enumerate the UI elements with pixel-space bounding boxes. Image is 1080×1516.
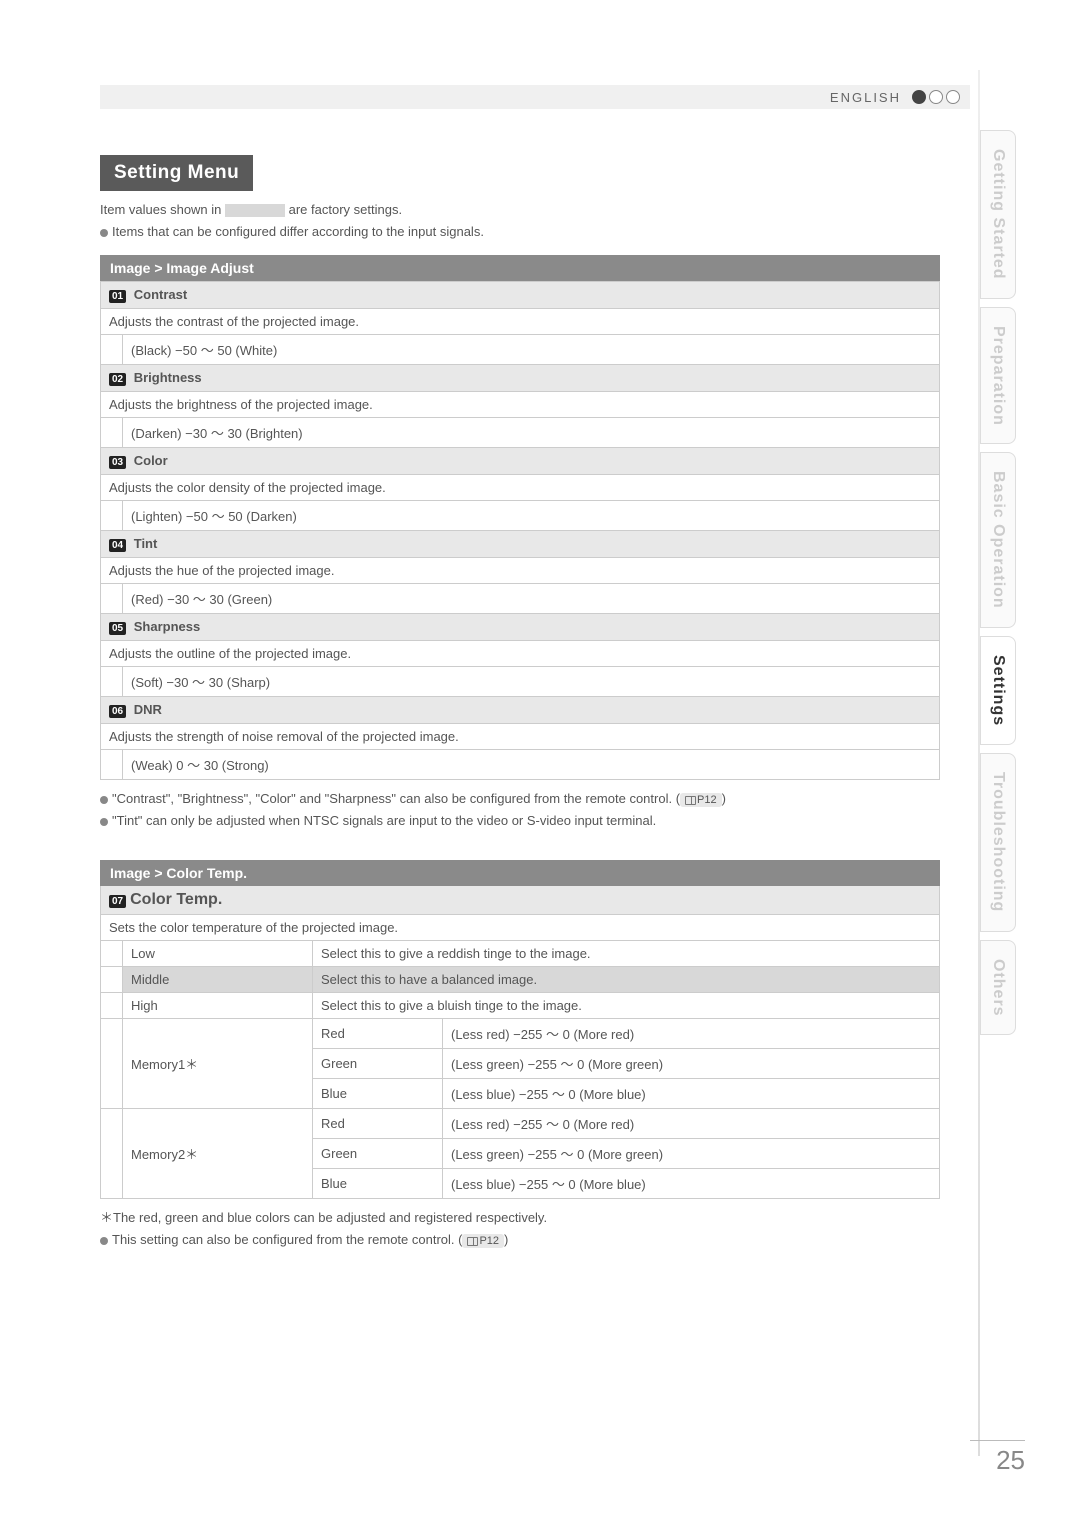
- setting-item-header: 03 Color: [101, 448, 940, 475]
- factory-swatch: [225, 204, 285, 217]
- setting-item-header: 05 Sharpness: [101, 614, 940, 641]
- setting-item-header: 01 Contrast: [101, 282, 940, 309]
- setting-item-range: (Weak) 0 ～ 30 (Strong): [123, 750, 940, 780]
- section-heading-image-adjust: Image > Image Adjust: [100, 255, 940, 281]
- tab-others[interactable]: Others: [980, 940, 1016, 1036]
- setting-item-header: 04 Tint: [101, 531, 940, 558]
- image-adjust-table: 01 ContrastAdjusts the contrast of the p…: [100, 281, 940, 780]
- page-title: Setting Menu: [100, 155, 253, 191]
- setting-item-desc: Adjusts the hue of the projected image.: [101, 558, 940, 584]
- note-2: "Tint" can only be adjusted when NTSC si…: [112, 813, 656, 828]
- side-navigation: Getting Started Preparation Basic Operat…: [980, 130, 1040, 1043]
- tab-basic-operation[interactable]: Basic Operation: [980, 452, 1016, 628]
- ct-option-desc: Select this to have a balanced image.: [313, 967, 940, 993]
- footnote-1: ＊The red, green and blue colors can be a…: [100, 1210, 547, 1225]
- setting-item-desc: Adjusts the color density of the project…: [101, 475, 940, 501]
- setting-item-desc: Adjusts the contrast of the projected im…: [101, 309, 940, 335]
- footnote-2: This setting can also be configured from…: [112, 1232, 462, 1247]
- setting-item-range: (Darken) −30 ～ 30 (Brighten): [123, 418, 940, 448]
- item-number-badge: 01: [109, 290, 126, 303]
- setting-item-range: (Black) −50 ～ 50 (White): [123, 335, 940, 365]
- bullet-icon: [100, 229, 108, 237]
- bullet-icon: [100, 796, 108, 804]
- language-label: ENGLISH: [830, 90, 901, 105]
- setting-item-desc: Adjusts the strength of noise removal of…: [101, 724, 940, 750]
- memory-color: Blue: [313, 1169, 443, 1199]
- setting-item-desc: Adjusts the outline of the projected ima…: [101, 641, 940, 667]
- page-ref: P12: [680, 793, 722, 807]
- tab-getting-started[interactable]: Getting Started: [980, 130, 1016, 299]
- setting-item-header: 06 DNR: [101, 697, 940, 724]
- memory-color: Red: [313, 1109, 443, 1139]
- intro-text-b: are factory settings.: [285, 202, 402, 217]
- memory-label: Memory1＊: [123, 1019, 313, 1109]
- memory-range: (Less green) −255 ～ 0 (More green): [443, 1049, 940, 1079]
- intro-text-2: Items that can be configured differ acco…: [112, 224, 484, 239]
- item-number-badge: 05: [109, 622, 126, 635]
- color-temp-header: 07Color Temp.: [100, 886, 940, 915]
- item-number-badge: 04: [109, 539, 126, 552]
- bullet-icon: [100, 818, 108, 826]
- header-bar: ENGLISH: [100, 85, 970, 109]
- setting-item-header: 02 Brightness: [101, 365, 940, 392]
- ct-option-desc: Select this to give a bluish tinge to th…: [313, 993, 940, 1019]
- book-icon: [685, 796, 696, 805]
- tab-troubleshooting[interactable]: Troubleshooting: [980, 753, 1016, 931]
- memory-range: (Less blue) −255 ～ 0 (More blue): [443, 1079, 940, 1109]
- note-1: "Contrast", "Brightness", "Color" and "S…: [112, 791, 680, 806]
- setting-item-range: (Red) −30 ～ 30 (Green): [123, 584, 940, 614]
- setting-item-desc: Adjusts the brightness of the projected …: [101, 392, 940, 418]
- setting-item-range: (Soft) −30 ～ 30 (Sharp): [123, 667, 940, 697]
- item-number-badge: 02: [109, 373, 126, 386]
- memory-color: Green: [313, 1139, 443, 1169]
- ct-option-label: Middle: [123, 967, 313, 993]
- tab-preparation[interactable]: Preparation: [980, 307, 1016, 445]
- memory-range: (Less red) −255 ～ 0 (More red): [443, 1019, 940, 1049]
- bullet-icon: [100, 1237, 108, 1245]
- item-number-badge: 03: [109, 456, 126, 469]
- item-number-badge: 06: [109, 705, 126, 718]
- memory-color: Red: [313, 1019, 443, 1049]
- color-temp-table: Sets the color temperature of the projec…: [100, 915, 940, 1199]
- intro-text-a: Item values shown in: [100, 202, 225, 217]
- section-heading-color-temp: Image > Color Temp.: [100, 860, 940, 886]
- memory-range: (Less green) −255 ～ 0 (More green): [443, 1139, 940, 1169]
- color-temp-desc: Sets the color temperature of the projec…: [101, 915, 940, 941]
- item-number-badge: 07: [109, 895, 126, 908]
- ct-option-label: Low: [123, 941, 313, 967]
- memory-color: Green: [313, 1049, 443, 1079]
- page-ref: P12: [462, 1234, 504, 1248]
- tab-settings[interactable]: Settings: [980, 636, 1016, 745]
- ct-option-label: High: [123, 993, 313, 1019]
- setting-item-range: (Lighten) −50 ～ 50 (Darken): [123, 501, 940, 531]
- book-icon: [467, 1237, 478, 1246]
- memory-color: Blue: [313, 1079, 443, 1109]
- memory-range: (Less blue) −255 ～ 0 (More blue): [443, 1169, 940, 1199]
- ct-option-desc: Select this to give a reddish tinge to t…: [313, 941, 940, 967]
- language-dots: [909, 90, 960, 104]
- memory-label: Memory2＊: [123, 1109, 313, 1199]
- page-number: 25: [970, 1440, 1025, 1476]
- memory-range: (Less red) −255 ～ 0 (More red): [443, 1109, 940, 1139]
